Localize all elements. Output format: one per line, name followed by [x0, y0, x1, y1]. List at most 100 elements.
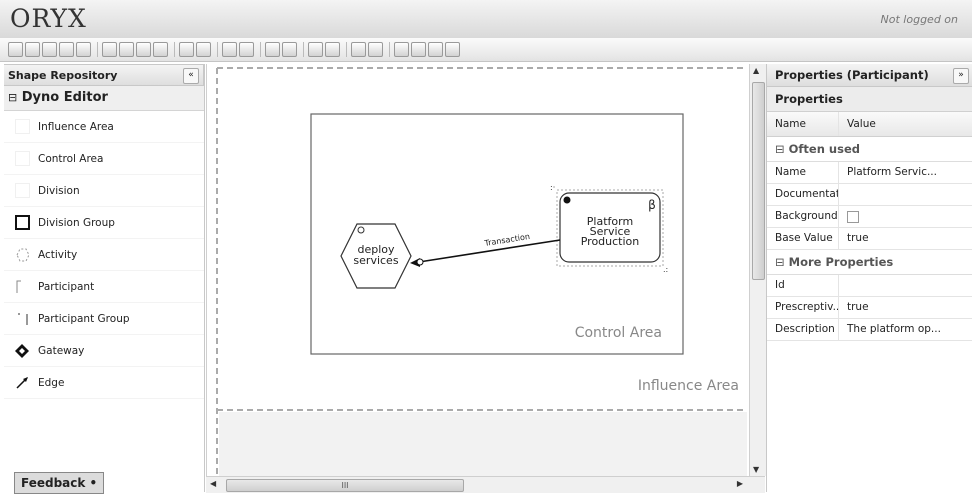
toolbar-separator — [346, 42, 347, 57]
align-icon[interactable] — [222, 42, 237, 57]
property-name: Name — [767, 162, 839, 183]
delete-icon[interactable] — [153, 42, 168, 57]
horizontal-scrollbar[interactable]: ◀ III ▶ — [206, 476, 765, 493]
pdf-icon[interactable] — [59, 42, 74, 57]
shape-item-participant-group[interactable]: Participant Group — [4, 303, 204, 335]
property-value[interactable] — [839, 184, 957, 205]
shape-list: Influence Area Control Area Division Divisi… — [4, 111, 204, 399]
align-2-icon[interactable] — [239, 42, 254, 57]
layout-icon[interactable] — [282, 42, 297, 57]
property-value[interactable]: Platform Servic... — [839, 162, 957, 183]
often-used-section[interactable]: ⊟ Often used — [767, 137, 972, 162]
property-row[interactable]: Name Platform Servic... — [767, 162, 972, 184]
diagram-svg[interactable]: Influence Area Control Area deploy servi… — [207, 64, 750, 476]
edge-port-icon — [416, 258, 424, 266]
edit-icon[interactable] — [368, 42, 383, 57]
properties-header: Properties (Participant) » — [767, 64, 972, 87]
vertical-scroll-thumb[interactable] — [752, 82, 765, 280]
property-row[interactable]: Background... — [767, 206, 972, 228]
add-icon[interactable] — [351, 42, 366, 57]
shape-item-gateway[interactable]: Gateway — [4, 335, 204, 367]
dyno-editor-group[interactable]: ⊟ Dyno Editor — [4, 86, 204, 111]
background-checkbox[interactable] — [847, 211, 859, 223]
control-area-label[interactable]: Control Area — [575, 325, 662, 341]
participant-beta-marker: β — [648, 198, 656, 212]
paste-icon[interactable] — [136, 42, 151, 57]
zoom-out-icon[interactable] — [411, 42, 426, 57]
property-value[interactable]: true — [839, 228, 957, 249]
copy-icon[interactable] — [119, 42, 134, 57]
shape-item-edge[interactable]: Edge — [4, 367, 204, 399]
properties-panel: Properties (Participant) » Properties Na… — [766, 64, 972, 492]
value-column-header[interactable]: Value — [839, 112, 957, 136]
activity-port-icon — [357, 226, 365, 234]
property-value[interactable] — [839, 206, 957, 227]
toolbar-separator — [303, 42, 304, 57]
properties-column-header: Name Value — [767, 112, 972, 137]
property-name: Id — [767, 275, 839, 296]
property-value[interactable]: The platform op... — [839, 319, 957, 340]
scroll-right-arrow-icon[interactable]: ▶ — [737, 479, 743, 488]
scroll-down-arrow-icon[interactable]: ▼ — [753, 465, 759, 474]
toolbar — [0, 38, 972, 62]
property-name: Documentati... — [767, 184, 839, 205]
scroll-left-arrow-icon[interactable]: ◀ — [210, 479, 216, 488]
redo-icon[interactable] — [196, 42, 211, 57]
shape-item-label: Participant — [38, 280, 95, 293]
info-icon[interactable] — [76, 42, 91, 57]
login-status[interactable]: Not logged on — [881, 13, 958, 26]
resize-handle-icon[interactable]: :· — [550, 183, 555, 192]
property-value[interactable]: true — [839, 297, 957, 318]
diagram-canvas[interactable]: Influence Area Control Area deploy servi… — [206, 64, 750, 476]
shape-item-participant[interactable]: Participant — [4, 271, 204, 303]
diamond-icon — [14, 343, 30, 359]
shape-item-label: Participant Group — [38, 312, 130, 325]
vertical-scrollbar[interactable]: ▲ ▼ — [749, 64, 766, 476]
bracket-icon — [14, 279, 30, 295]
shape-item-activity[interactable]: Activity — [4, 239, 204, 271]
undo-icon[interactable] — [179, 42, 194, 57]
more-properties-section[interactable]: ⊟ More Properties — [767, 250, 972, 275]
toolbar-separator — [260, 42, 261, 57]
property-row[interactable]: Id — [767, 275, 972, 297]
shape-item-division[interactable]: Division — [4, 175, 204, 207]
often-used-label: Often used — [788, 142, 860, 156]
participant-label-line3: Production — [581, 235, 640, 248]
deselect-icon[interactable] — [325, 42, 340, 57]
collapse-minus-icon: ⊟ — [8, 91, 18, 104]
save-as-icon[interactable] — [25, 42, 40, 57]
property-row[interactable]: Prescreptiv... true — [767, 297, 972, 319]
horizontal-scroll-thumb[interactable]: III — [226, 479, 464, 492]
property-row[interactable]: Description The platform op... — [767, 319, 972, 341]
name-column-header[interactable]: Name — [767, 112, 839, 136]
expand-panel-button[interactable]: » — [953, 68, 969, 84]
print-icon[interactable] — [42, 42, 57, 57]
property-row[interactable]: Base Value true — [767, 228, 972, 250]
resize-handle-icon[interactable]: .: — [663, 265, 668, 274]
influence-area-label[interactable]: Influence Area — [638, 378, 739, 394]
shape-item-division-group[interactable]: Division Group — [4, 207, 204, 239]
property-name: Prescreptiv... — [767, 297, 839, 318]
shape-item-influence-area[interactable]: Influence Area — [4, 111, 204, 143]
zoom-in-icon[interactable] — [394, 42, 409, 57]
shape-repository-panel: Shape Repository « ⊟ Dyno Editor Influen… — [4, 64, 205, 492]
feedback-button[interactable]: Feedback • — [14, 472, 105, 494]
zoom-window-icon[interactable] — [445, 42, 460, 57]
save-icon[interactable] — [8, 42, 23, 57]
arrange-icon[interactable] — [265, 42, 280, 57]
activity-label-line2: services — [353, 254, 398, 267]
property-value[interactable] — [839, 275, 957, 296]
toolbar-separator — [174, 42, 175, 57]
shape-item-control-area[interactable]: Control Area — [4, 143, 204, 175]
zoom-fit-icon[interactable] — [428, 42, 443, 57]
shape-item-label: Activity — [38, 248, 78, 261]
shape-repository-header: Shape Repository « — [4, 64, 204, 86]
property-name: Background... — [767, 206, 839, 227]
collapse-panel-button[interactable]: « — [183, 68, 199, 84]
collapse-minus-icon: ⊟ — [775, 255, 785, 269]
collapse-minus-icon: ⊟ — [775, 142, 785, 156]
cut-icon[interactable] — [102, 42, 117, 57]
property-row[interactable]: Documentati... — [767, 184, 972, 206]
select-icon[interactable] — [308, 42, 323, 57]
scroll-up-arrow-icon[interactable]: ▲ — [753, 66, 759, 75]
